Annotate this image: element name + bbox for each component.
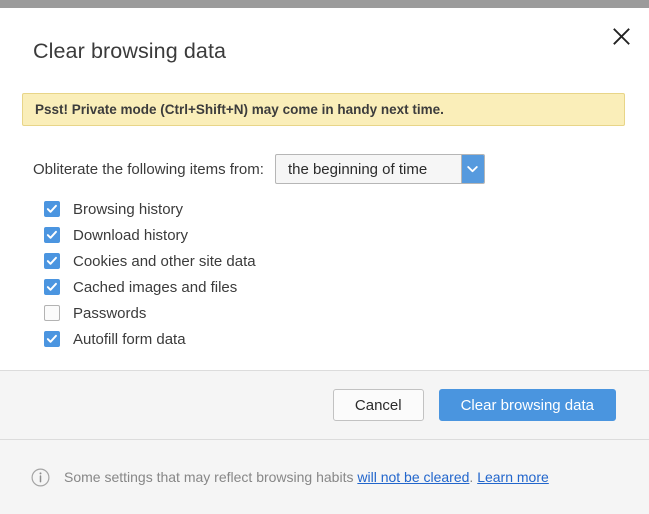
info-circle-icon: [31, 468, 50, 487]
checkbox-cached-images-and-files[interactable]: [44, 279, 60, 295]
page-title: Clear browsing data: [33, 39, 227, 63]
clear-browsing-data-dialog: Clear browsing data Psst! Private mode (…: [0, 8, 649, 514]
checkbox-label: Passwords: [73, 304, 147, 322]
checkbox-row-cookies-and-other-site-data[interactable]: Cookies and other site data: [44, 248, 256, 274]
checkbox-row-cached-images-and-files[interactable]: Cached images and files: [44, 274, 256, 300]
time-range-select[interactable]: the beginning of time: [274, 154, 485, 184]
time-range-label: Obliterate the following items from:: [33, 160, 264, 178]
checkbox-label: Autofill form data: [73, 330, 186, 348]
checkbox-passwords[interactable]: [44, 305, 60, 321]
dialog-body: Clear browsing data Psst! Private mode (…: [0, 8, 649, 370]
checkbox-label: Download history: [73, 226, 189, 244]
close-icon[interactable]: [605, 20, 637, 52]
private-mode-notice: Psst! Private mode (Ctrl+Shift+N) may co…: [22, 93, 625, 126]
checkbox-row-passwords[interactable]: Passwords: [44, 300, 256, 326]
checkbox-row-browsing-history[interactable]: Browsing history: [44, 196, 256, 222]
checkbox-label: Cached images and files: [73, 278, 238, 296]
private-mode-notice-text: Psst! Private mode (Ctrl+Shift+N) may co…: [35, 102, 444, 117]
data-type-checkbox-list: Browsing history Download history Cookie…: [44, 196, 256, 352]
chevron-down-icon[interactable]: [460, 155, 484, 183]
dialog-action-footer: Cancel Clear browsing data: [0, 370, 649, 440]
info-text-before: Some settings that may reflect browsing …: [64, 469, 358, 485]
checkbox-cookies-and-other-site-data[interactable]: [44, 253, 60, 269]
checkbox-row-autofill-form-data[interactable]: Autofill form data: [44, 326, 256, 352]
checkbox-download-history[interactable]: [44, 227, 60, 243]
checkbox-label: Cookies and other site data: [73, 252, 256, 270]
learn-more-link[interactable]: Learn more: [477, 469, 549, 485]
will-not-be-cleared-link[interactable]: will not be cleared: [357, 469, 469, 485]
time-range-selected-value: the beginning of time: [287, 160, 428, 178]
checkbox-row-download-history[interactable]: Download history: [44, 222, 256, 248]
cancel-button[interactable]: Cancel: [332, 389, 424, 421]
time-range-row: Obliterate the following items from: the…: [33, 154, 485, 184]
checkbox-autofill-form-data[interactable]: [44, 331, 60, 347]
info-strip-text: Some settings that may reflect browsing …: [64, 469, 549, 485]
checkbox-browsing-history[interactable]: [44, 201, 60, 217]
info-strip: Some settings that may reflect browsing …: [0, 440, 649, 514]
checkbox-label: Browsing history: [73, 200, 184, 218]
clear-browsing-data-button[interactable]: Clear browsing data: [438, 389, 616, 421]
